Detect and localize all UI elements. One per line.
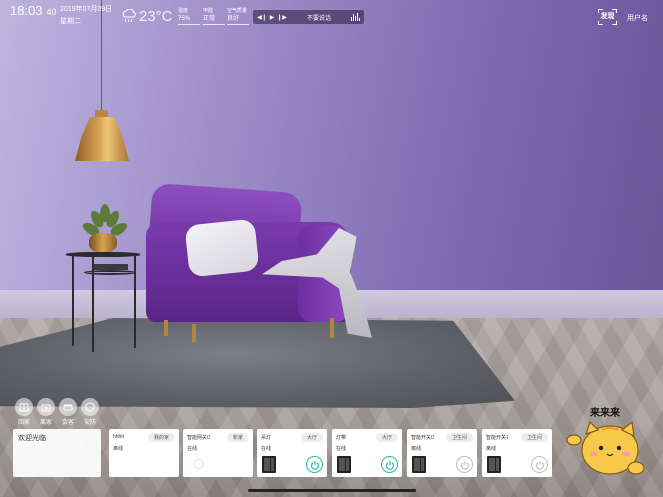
chair-leg [192,324,196,342]
table-leg [134,256,136,348]
device-name: 智能开关1 [486,435,509,441]
device-card[interactable]: hhhh 我的家 离线 [109,429,179,477]
mode-label: 安防 [83,420,96,426]
cloud-rain-icon [122,9,136,23]
lamp-cap [95,110,108,118]
clock: 18:03 40 [10,3,57,18]
device-room-badge: 我的家 [147,433,175,442]
device-card[interactable]: 智能网关0 新家 在线 [183,429,253,477]
device-name: hhhh [113,434,125,440]
music-player: ◀❙ ▶ ❙▶ 不要说话 [253,10,364,24]
stat-value: 正常 [203,15,225,25]
cat-mascot-icon[interactable] [566,420,648,478]
stat-label: 甲醛 [203,8,214,14]
device-status: 在线 [336,446,347,452]
welcome-text: 欢迎光临 [18,435,46,442]
chair-leg [330,318,334,338]
status-header: 18:03 40 2019年07月09日 星期二 23°C 湿度 75% 甲醛 正… [0,0,663,32]
skip-forward-icon[interactable]: ❙▶ [277,14,287,21]
shield-icon [81,398,99,416]
power-toggle[interactable] [531,456,548,473]
device-card[interactable]: 智能开关1 卫生间 离线 [482,429,552,477]
device-card[interactable]: 吊灯 大厅 在线 [257,429,327,477]
stat-value: 良好 [227,15,249,25]
mascot-speech: 来来来 [590,408,620,419]
device-status: 离线 [411,446,422,452]
skip-back-icon[interactable]: ◀❙ [257,14,267,21]
welcome-panel: 欢迎光临 [13,429,101,477]
device-status: 离线 [486,446,497,452]
device-room-badge: 卫生间 [445,433,473,442]
rug [0,318,515,408]
wall-switch-icon [487,456,501,473]
clock-seconds: 40 [46,7,57,17]
mode-home-button[interactable]: 回家 [15,398,33,426]
side-table [66,252,140,257]
clock-time: 18:03 [10,3,43,18]
power-icon [535,460,544,470]
stat-label: 空气质量 [227,8,248,14]
stat-value: 75% [178,15,200,25]
wall-switch-icon [337,456,351,473]
play-icon[interactable]: ▶ [267,14,277,21]
table-leg [72,256,74,346]
leave-icon [37,398,55,416]
device-name: 智能网关0 [187,435,210,441]
power-icon [310,460,319,470]
power-toggle[interactable] [306,456,323,473]
home-indicator[interactable] [248,489,416,492]
chair-leg [164,320,168,336]
device-status: 离线 [113,446,124,452]
device-room-badge: 新家 [226,433,249,442]
plant-pot [89,233,117,253]
book [94,264,128,270]
sofa-icon [59,398,77,416]
weekday: 星期二 [60,18,81,25]
date: 2019年07月09日 [60,6,113,13]
device-name: 智能开关0 [411,435,434,441]
temperature: 23°C [139,8,173,25]
mode-leave-button[interactable]: 离家 [37,398,55,426]
device-room-badge: 卫生间 [520,433,548,442]
cushion [184,218,260,278]
discover-button[interactable]: 发现 [598,9,617,25]
device-card[interactable]: 灯带 大厅 在线 [332,429,402,477]
mode-guest-button[interactable]: 会客 [59,398,77,426]
track-title: 不要说话 [306,15,331,22]
power-toggle[interactable] [456,456,473,473]
equalizer-icon [351,13,360,21]
power-icon [385,460,394,470]
device-status: 在线 [261,446,272,452]
stat-formaldehyde: 甲醛 正常 [203,7,225,25]
device-room-badge: 大厅 [300,433,323,442]
power-icon [460,460,469,470]
table-leg [92,256,94,352]
device-room-badge: 大厅 [375,433,398,442]
date-block: 2019年07月09日 星期二 [60,4,112,28]
username-link[interactable]: 用户名 [627,13,648,23]
mode-security-button[interactable]: 安防 [81,398,99,426]
power-toggle[interactable] [381,456,398,473]
stat-humidity: 湿度 75% [178,7,200,25]
device-card[interactable]: 智能开关0 卫生间 离线 [407,429,477,477]
gateway-icon [194,459,204,469]
device-name: 吊灯 [261,435,272,441]
stat-air-quality: 空气质量 良好 [227,7,249,25]
wall-switch-icon [262,456,276,473]
device-status: 在线 [187,446,198,452]
wall-switch-icon [412,456,426,473]
home-icon [15,398,33,416]
device-name: 灯带 [336,435,347,441]
stat-label: 湿度 [178,8,189,14]
